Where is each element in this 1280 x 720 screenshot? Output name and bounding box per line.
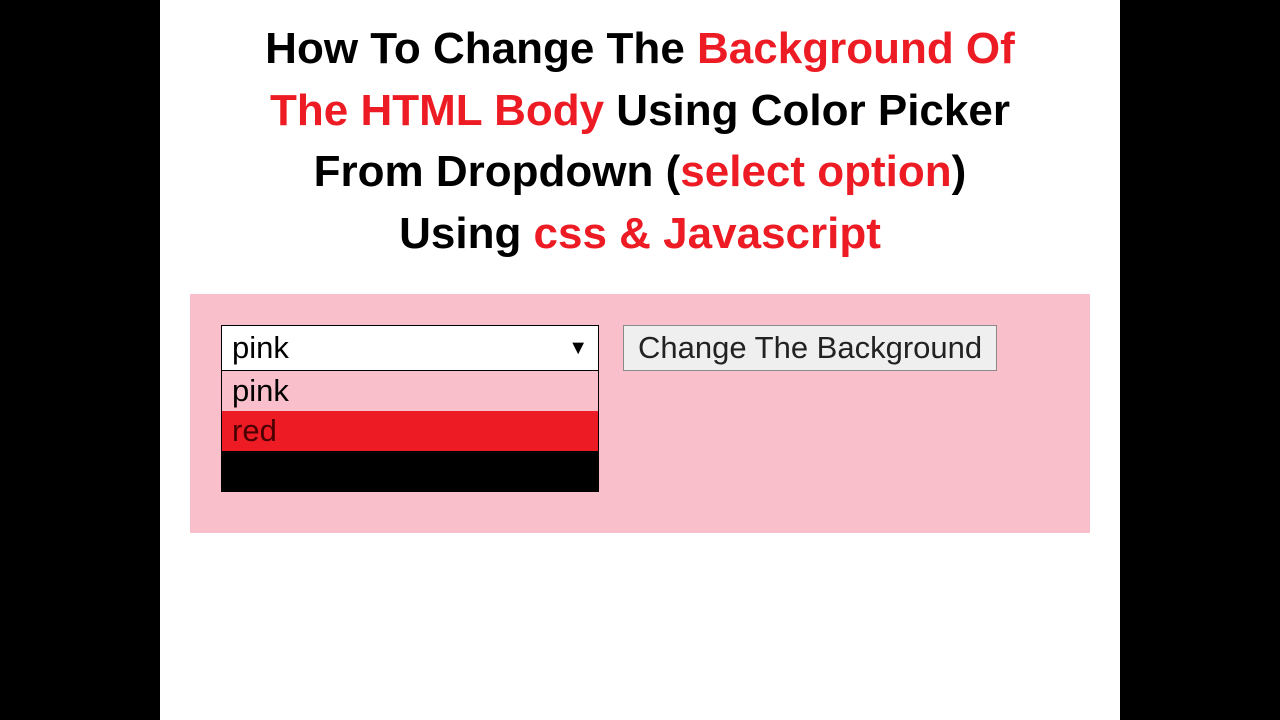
demo-panel: pink ▼ pink red Change The Background [190,294,1090,533]
option-red[interactable]: red [222,411,598,451]
content-stage: How To Change The Background Of The HTML… [160,0,1120,720]
title-text: How To Change The [265,24,697,73]
color-select[interactable]: pink ▼ [221,325,599,371]
title-highlight: The HTML Body [270,86,604,135]
color-select-wrap: pink ▼ pink red [221,325,599,492]
title-text: Using Color Picker [604,86,1010,135]
button-label: Change The Background [638,330,982,366]
chevron-down-icon: ▼ [568,338,588,358]
option-pink[interactable]: pink [222,371,598,411]
selected-value: pink [232,330,289,366]
option-label: red [232,413,277,449]
title-text: ) [952,147,967,196]
title-highlight: Background Of [697,24,1015,73]
controls-row: pink ▼ pink red Change The Background [221,325,1059,492]
title-highlight: css & Javascript [534,209,881,258]
change-background-button[interactable]: Change The Background [623,325,997,371]
title-highlight: select option [680,147,951,196]
page-title: How To Change The Background Of The HTML… [190,18,1090,264]
option-black[interactable] [222,451,598,491]
title-text: From Dropdown ( [314,147,681,196]
color-options-list: pink red [221,371,599,492]
title-text: Using [399,209,533,258]
option-label: pink [232,373,289,409]
